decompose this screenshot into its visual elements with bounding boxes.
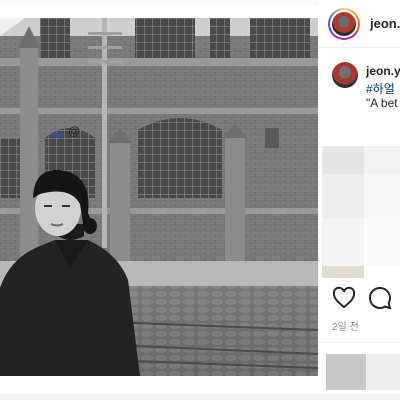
- blur-tile: [364, 218, 400, 266]
- header-username[interactable]: jeon.y: [370, 16, 400, 31]
- blur-tile: [322, 146, 364, 174]
- caption-username[interactable]: jeon.y: [366, 64, 400, 78]
- blur-tile: [322, 174, 364, 218]
- caption-hashtag[interactable]: #하얼: [366, 80, 395, 97]
- photo-drawing: [0, 18, 318, 376]
- avatar-story-ring[interactable]: [328, 8, 360, 40]
- post-photo[interactable]: [0, 18, 318, 376]
- divider: [318, 342, 400, 343]
- caption-mention[interactable]: @: [68, 124, 80, 138]
- blurred-comments-area: [322, 146, 400, 278]
- blur-tile: [366, 354, 400, 390]
- caption-avatar[interactable]: [332, 62, 358, 88]
- blur-tile: [364, 146, 400, 174]
- blur-tile: [364, 174, 400, 218]
- page-bottom-strip: [0, 394, 400, 400]
- action-bar: [318, 282, 400, 314]
- blur-tile: [326, 354, 366, 390]
- caption-emoji-badge: ▄▄: [52, 128, 64, 137]
- blur-tile: [322, 266, 364, 278]
- caption-text: "A bet: [366, 96, 398, 110]
- avatar: [332, 12, 356, 36]
- post-timestamp[interactable]: 2일 전: [332, 318, 359, 333]
- blur-tile: [322, 218, 364, 266]
- post-header: jeon.y: [318, 0, 400, 48]
- comment-icon[interactable]: [368, 286, 392, 310]
- heart-icon[interactable]: [332, 286, 356, 310]
- caption-block: jeon.y #하얼 "A bet: [318, 48, 400, 144]
